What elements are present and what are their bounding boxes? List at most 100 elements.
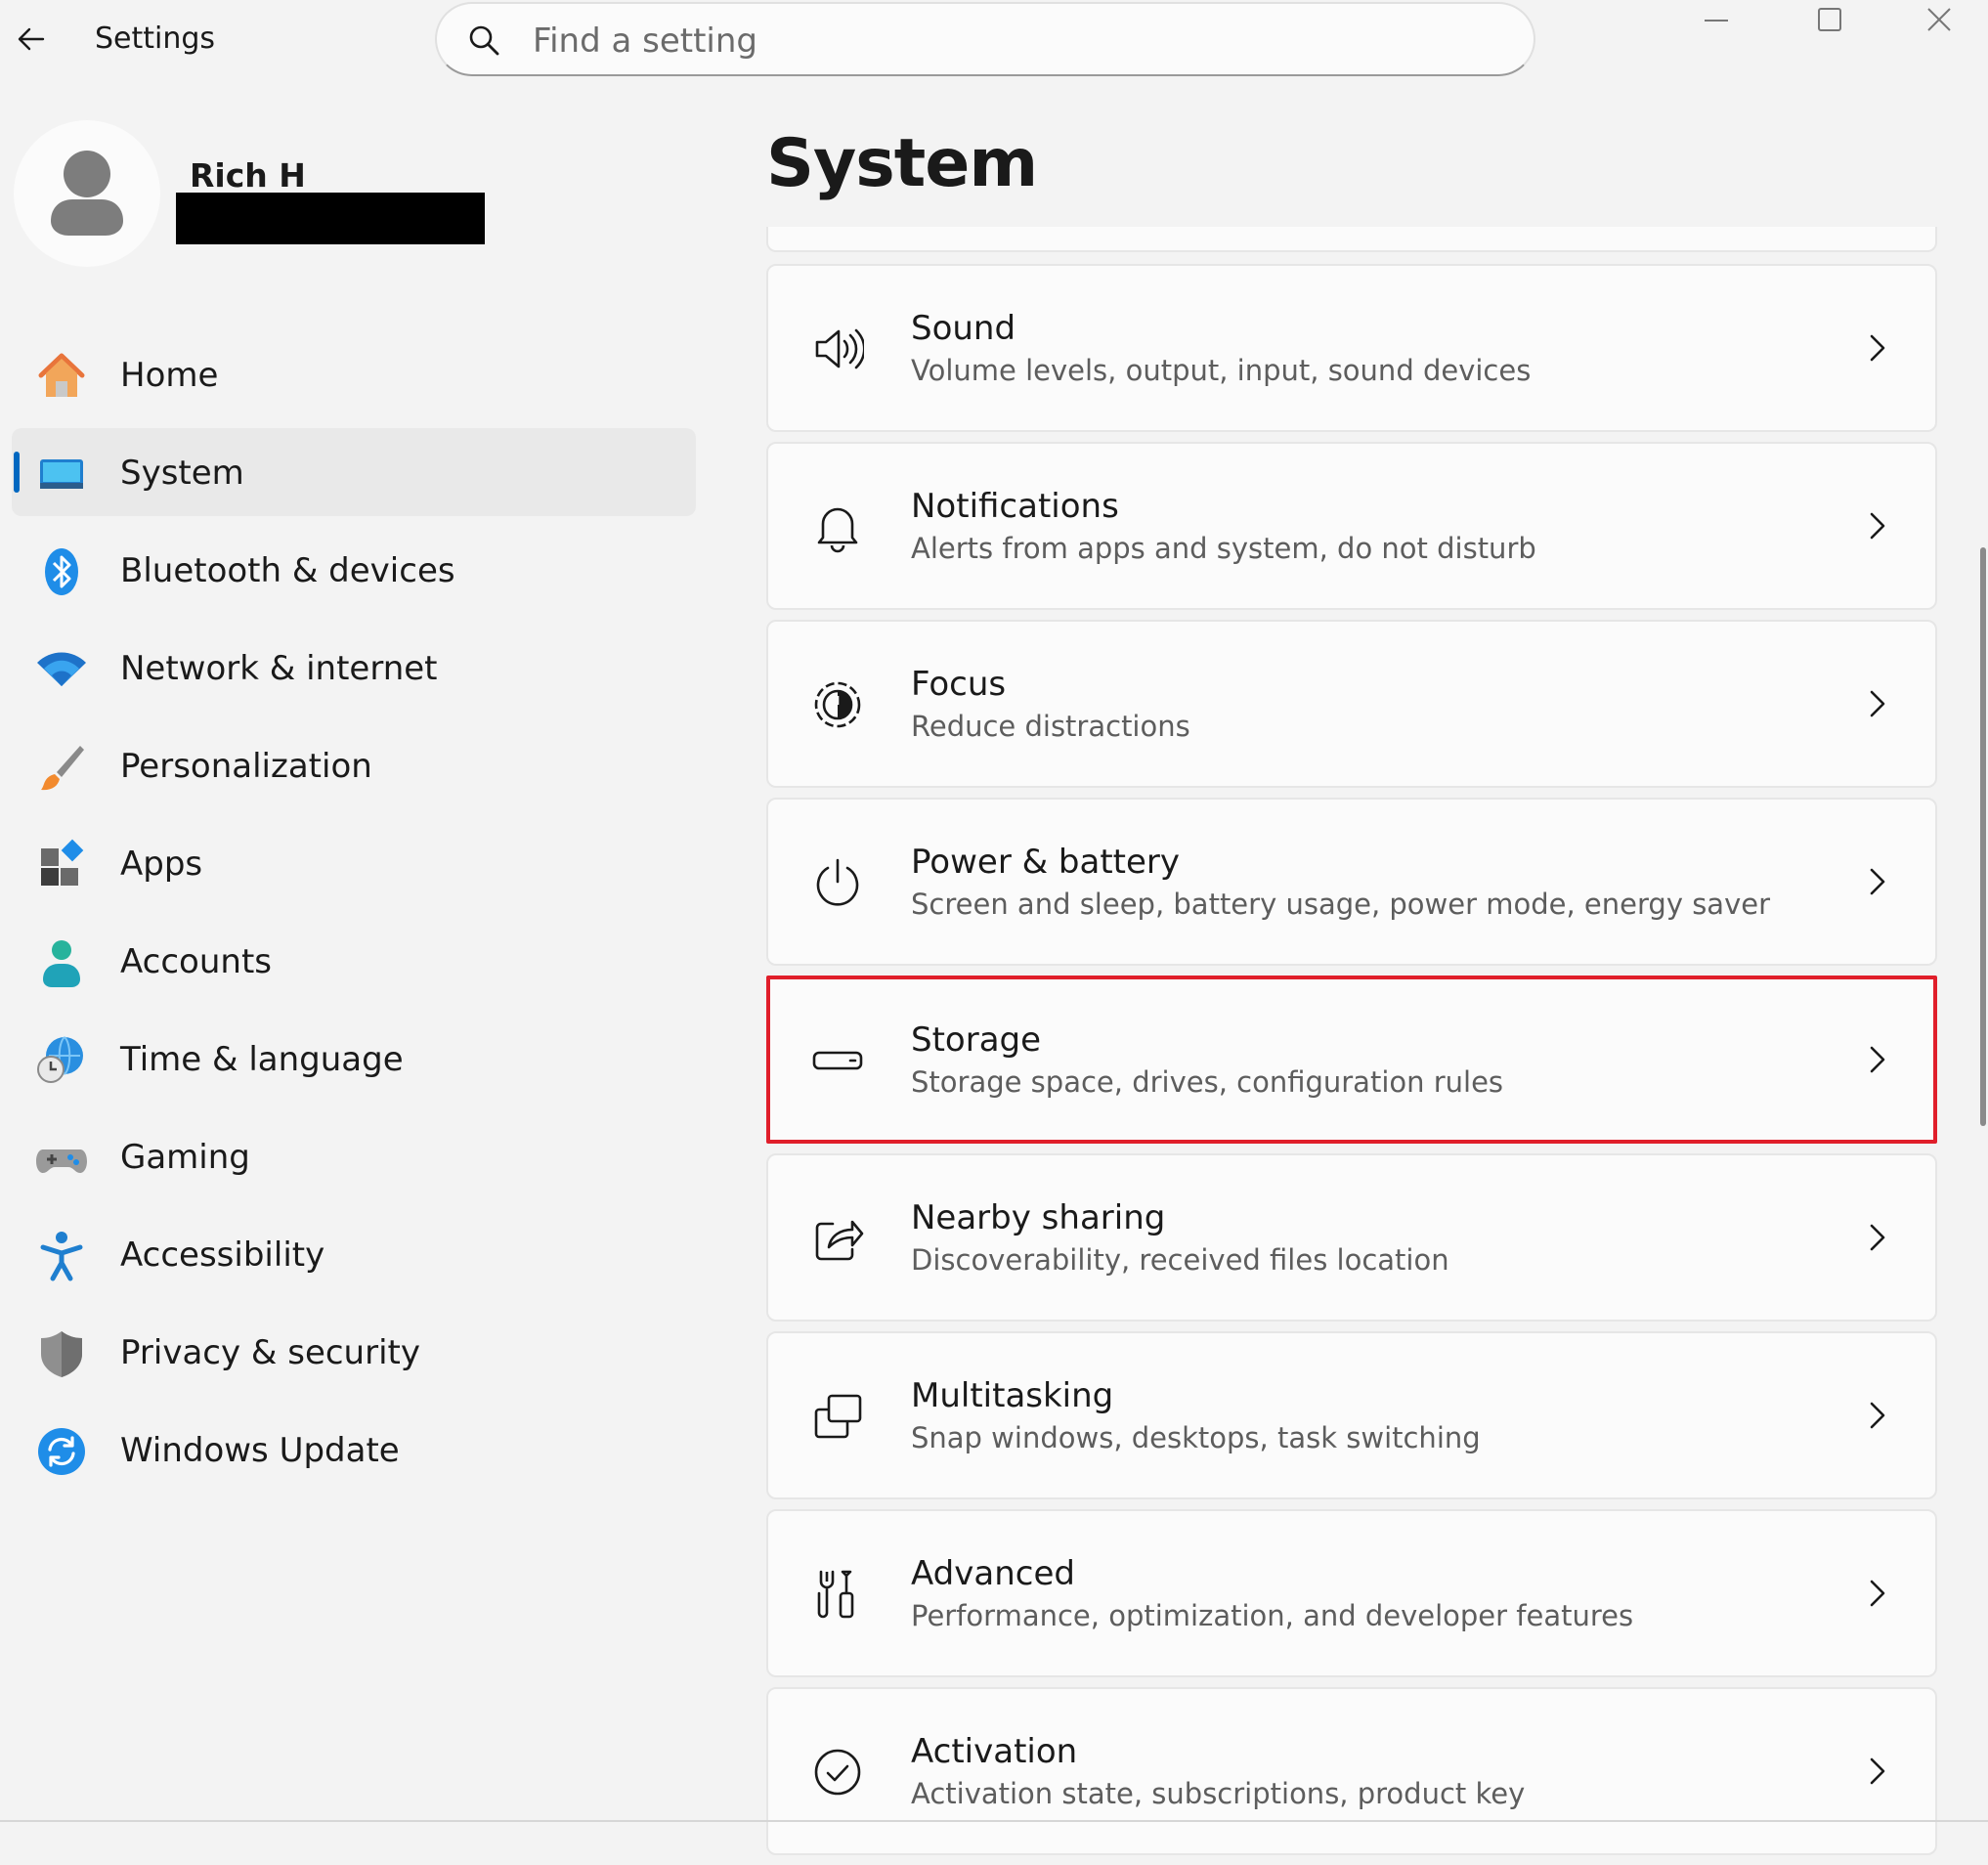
chevron-right-icon [1870,868,1885,895]
settings-list: Sound Volume levels, output, input, soun… [766,264,1937,1865]
sidebar-item-privacy[interactable]: Privacy & security [12,1308,696,1396]
card-title: Focus [911,665,1007,704]
avatar[interactable] [14,120,160,267]
sidebar-item-label: Home [120,356,219,395]
chevron-right-icon [1870,512,1885,540]
chevron-right-icon [1870,334,1885,362]
multitasking-icon [814,1394,862,1439]
card-title: Storage [911,1020,1042,1060]
sidebar-item-label: Accessibility [120,1236,325,1275]
speaker-icon [815,328,864,369]
scrollbar[interactable] [1980,547,1986,1126]
update-icon [38,1428,85,1475]
sidebar-item-label: Accounts [120,942,272,981]
sidebar-item-label: Personalization [120,747,372,786]
user-name: Rich H [190,156,306,195]
app-title: Settings [95,22,216,56]
system-icon [40,459,83,489]
sidebar-nav: Home System Bluetooth & devices Network … [12,330,696,1503]
sidebar-item-network[interactable]: Network & internet [12,624,696,712]
gamepad-icon [36,1149,87,1173]
sidebar-item-accounts[interactable]: Accounts [12,917,696,1005]
bell-icon [817,507,858,553]
card-subtitle: Screen and sleep, battery usage, power m… [911,888,1771,921]
user-icon [51,151,123,236]
sidebar-item-label: Apps [120,845,203,884]
card-focus[interactable]: Focus Reduce distractions [766,620,1937,788]
search-icon [469,25,499,56]
card-subtitle: Alerts from apps and system, do not dist… [911,532,1536,565]
card-subtitle: Activation state, subscriptions, product… [911,1777,1526,1810]
search-input[interactable] [531,16,1492,66]
card-power-battery[interactable]: Power & battery Screen and sleep, batter… [766,798,1937,966]
card-advanced[interactable]: Advanced Performance, optimization, and … [766,1509,1937,1677]
card-storage[interactable]: Storage Storage space, drives, configura… [766,976,1937,1144]
chevron-right-icon [1870,1402,1885,1429]
minimize-icon [1705,20,1728,22]
card-title: Power & battery [911,843,1181,882]
back-button[interactable] [10,18,53,61]
chevron-right-icon [1870,1580,1885,1607]
sidebar-item-system[interactable]: System [12,428,696,516]
card-subtitle: Volume levels, output, input, sound devi… [911,354,1532,387]
card-subtitle: Discoverability, received files location [911,1243,1449,1277]
bluetooth-icon [45,548,78,595]
minimize-button[interactable] [1687,0,1746,39]
sidebar-item-label: Time & language [120,1040,404,1079]
card-activation[interactable]: Activation Activation state, subscriptio… [766,1687,1937,1855]
maximize-icon [1818,8,1841,31]
card-title: Activation [911,1732,1078,1771]
checkmark-circle-icon [814,1749,861,1796]
shield-icon [41,1331,82,1377]
sidebar-item-label: System [120,454,244,493]
card-subtitle: Reduce distractions [911,710,1190,743]
accounts-icon [43,940,80,987]
card-notifications[interactable]: Notifications Alerts from apps and syste… [766,442,1937,610]
apps-icon [41,839,84,886]
card-title: Nearby sharing [911,1198,1166,1237]
sidebar-item-gaming[interactable]: Gaming [12,1112,696,1200]
card-subtitle: Snap windows, desktops, task switching [911,1421,1481,1454]
search-box[interactable] [435,2,1535,76]
maximize-button[interactable] [1800,0,1859,39]
chevron-right-icon [1870,1046,1885,1073]
page-title: System [766,125,1038,202]
sidebar-item-label: Privacy & security [120,1333,420,1372]
brush-icon [41,746,84,791]
sidebar-item-time-language[interactable]: Time & language [12,1015,696,1103]
power-icon [816,858,859,906]
wifi-icon [37,652,86,686]
sidebar-item-label: Windows Update [120,1431,400,1470]
redacted-email [176,193,485,244]
chevron-right-icon [1870,690,1885,717]
card-multitasking[interactable]: Multitasking Snap windows, desktops, tas… [766,1331,1937,1499]
sidebar-item-windows-update[interactable]: Windows Update [12,1406,696,1494]
share-icon [815,1220,864,1261]
card-nearby-sharing[interactable]: Nearby sharing Discoverability, received… [766,1153,1937,1322]
card-title: Advanced [911,1554,1075,1593]
home-icon [38,353,85,397]
card-title: Notifications [911,487,1119,526]
sidebar-item-apps[interactable]: Apps [12,819,696,907]
globe-clock-icon [37,1036,83,1083]
chevron-right-icon [1870,1757,1885,1785]
back-arrow-icon [18,27,45,51]
card-subtitle: Performance, optimization, and developer… [911,1599,1634,1632]
sidebar-item-bluetooth[interactable]: Bluetooth & devices [12,526,696,614]
card-subtitle: Storage space, drives, configuration rul… [911,1065,1504,1099]
card-sound[interactable]: Sound Volume levels, output, input, soun… [766,264,1937,432]
focus-icon [814,681,861,728]
card-title: Sound [911,309,1016,348]
sidebar-item-label: Network & internet [120,649,438,688]
close-button[interactable] [1910,0,1968,39]
sidebar-item-home[interactable]: Home [12,330,696,418]
sidebar-item-personalization[interactable]: Personalization [12,721,696,809]
sidebar-item-accessibility[interactable]: Accessibility [12,1210,696,1298]
accessibility-icon [40,1232,83,1281]
card-title: Multitasking [911,1376,1114,1415]
tools-icon [817,1570,854,1619]
selection-indicator [14,452,20,493]
card-partial [766,227,1937,252]
storage-icon [812,1051,863,1070]
sidebar-item-label: Bluetooth & devices [120,551,455,590]
